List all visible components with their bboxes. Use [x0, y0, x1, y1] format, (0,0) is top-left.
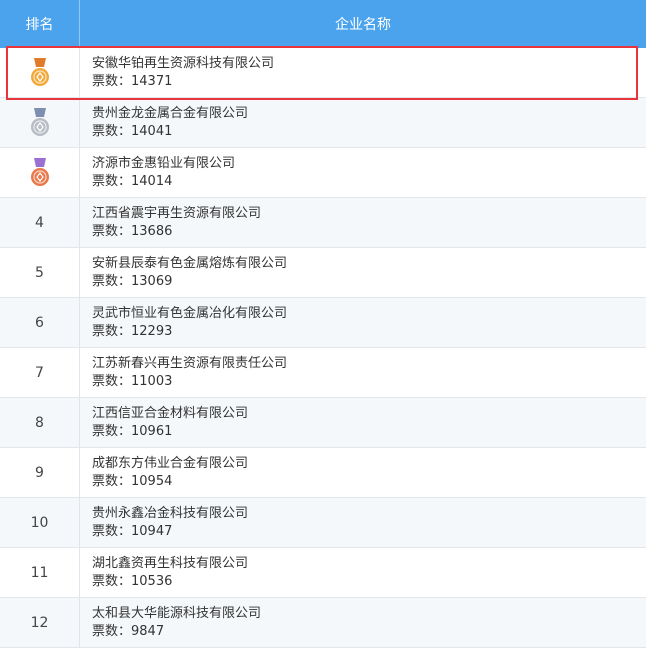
votes-value: 11003 [131, 373, 173, 389]
table-row: 12 太和县大华能源科技有限公司 票数：9847 [0, 598, 646, 648]
rank-number: 10 [0, 498, 80, 547]
vote-count: 票数：14041 [92, 123, 646, 141]
vote-count: 票数：13069 [92, 273, 646, 291]
votes-value: 12293 [131, 323, 173, 339]
vote-count: 票数：13686 [92, 223, 646, 241]
table-row: 11 湖北鑫资再生科技有限公司 票数：10536 [0, 548, 646, 598]
vote-count: 票数：10954 [92, 473, 646, 491]
header-company-name: 企业名称 [335, 17, 391, 33]
votes-prefix: 票数： [92, 73, 132, 89]
rank-number: 9 [0, 448, 80, 497]
company-name: 江苏新春兴再生资源有限责任公司 [92, 355, 288, 371]
company-name: 贵州金龙金属合金有限公司 [92, 105, 249, 121]
table-row: 9 成都东方伟业合金有限公司 票数：10954 [0, 448, 646, 498]
table-row: 4 江西省震宇再生资源有限公司 票数：13686 [0, 198, 646, 248]
rank-medal-cell [0, 48, 80, 97]
company-info: 安新县辰泰有色金属熔炼有限公司 票数：13069 [80, 248, 646, 297]
rank-number: 7 [0, 348, 80, 397]
company-name: 济源市金惠铅业有限公司 [92, 155, 236, 171]
table-row: 7 江苏新春兴再生资源有限责任公司 票数：11003 [0, 348, 646, 398]
rank-number: 4 [0, 198, 80, 247]
votes-value: 10954 [131, 473, 173, 489]
table-row: 济源市金惠铅业有限公司 票数：14014 [0, 148, 646, 198]
company-info: 灵武市恒业有色金属冶化有限公司 票数：12293 [80, 298, 646, 347]
votes-value: 9847 [131, 623, 165, 639]
rank-number: 11 [0, 548, 80, 597]
votes-prefix: 票数： [92, 223, 132, 239]
ranking-table: 排名 企业名称 安徽华铂再生资源科技有限公司 票数：14371 贵州金龙金属合金有限… [0, 0, 646, 651]
votes-prefix: 票数： [92, 173, 132, 189]
table-row: 8 江西信亚合金材料有限公司 票数：10961 [0, 398, 646, 448]
votes-value: 14371 [131, 73, 173, 89]
votes-value: 13686 [131, 223, 173, 239]
rank-number: 12 [0, 598, 80, 647]
rank-number: 8 [0, 398, 80, 447]
votes-prefix: 票数： [92, 573, 132, 589]
vote-count: 票数：10536 [92, 573, 646, 591]
rank-number: 5 [0, 248, 80, 297]
votes-prefix: 票数： [92, 123, 132, 139]
silver-medal-icon [29, 107, 51, 138]
company-name: 湖北鑫资再生科技有限公司 [92, 555, 249, 571]
company-name: 安徽华铂再生资源科技有限公司 [92, 55, 275, 71]
table-header: 排名 企业名称 [0, 0, 646, 48]
company-info: 安徽华铂再生资源科技有限公司 票数：14371 [80, 48, 646, 97]
company-info: 贵州金龙金属合金有限公司 票数：14041 [80, 98, 646, 147]
vote-count: 票数：10947 [92, 523, 646, 541]
vote-count: 票数：14371 [92, 73, 646, 91]
company-info: 江苏新春兴再生资源有限责任公司 票数：11003 [80, 348, 646, 397]
votes-prefix: 票数： [92, 373, 132, 389]
votes-value: 10961 [131, 423, 173, 439]
vote-count: 票数：10961 [92, 423, 646, 441]
votes-prefix: 票数： [92, 423, 132, 439]
table-row: 安徽华铂再生资源科技有限公司 票数：14371 [0, 48, 646, 98]
company-info: 湖北鑫资再生科技有限公司 票数：10536 [80, 548, 646, 597]
table-row: 贵州金龙金属合金有限公司 票数：14041 [0, 98, 646, 148]
company-name: 成都东方伟业合金有限公司 [92, 455, 249, 471]
votes-value: 14041 [131, 123, 173, 139]
company-name: 安新县辰泰有色金属熔炼有限公司 [92, 255, 288, 271]
vote-count: 票数：11003 [92, 373, 646, 391]
company-name: 灵武市恒业有色金属冶化有限公司 [92, 305, 288, 321]
vote-count: 票数：9847 [92, 623, 646, 641]
votes-prefix: 票数： [92, 273, 132, 289]
votes-prefix: 票数： [92, 473, 132, 489]
company-info: 江西省震宇再生资源有限公司 票数：13686 [80, 198, 646, 247]
company-info: 成都东方伟业合金有限公司 票数：10954 [80, 448, 646, 497]
votes-value: 10947 [131, 523, 173, 539]
votes-value: 14014 [131, 173, 173, 189]
company-name: 江西省震宇再生资源有限公司 [92, 205, 262, 221]
company-name: 贵州永鑫冶金科技有限公司 [92, 505, 249, 521]
votes-value: 10536 [131, 573, 173, 589]
votes-prefix: 票数： [92, 623, 132, 639]
votes-value: 13069 [131, 273, 173, 289]
table-row: 6 灵武市恒业有色金属冶化有限公司 票数：12293 [0, 298, 646, 348]
header-rank: 排名 [0, 0, 80, 48]
company-info: 江西信亚合金材料有限公司 票数：10961 [80, 398, 646, 447]
company-info: 贵州永鑫冶金科技有限公司 票数：10947 [80, 498, 646, 547]
company-info: 太和县大华能源科技有限公司 票数：9847 [80, 598, 646, 647]
vote-count: 票数：12293 [92, 323, 646, 341]
rank-medal-cell [0, 148, 80, 197]
ranking-rows: 安徽华铂再生资源科技有限公司 票数：14371 贵州金龙金属合金有限公司 票数：140… [0, 48, 646, 648]
rank-number: 6 [0, 298, 80, 347]
company-name: 太和县大华能源科技有限公司 [92, 605, 262, 621]
votes-prefix: 票数： [92, 523, 132, 539]
vote-count: 票数：14014 [92, 173, 646, 191]
rank-medal-cell [0, 98, 80, 147]
company-name: 江西信亚合金材料有限公司 [92, 405, 249, 421]
gold-medal-icon [29, 57, 51, 88]
table-row: 5 安新县辰泰有色金属熔炼有限公司 票数：13069 [0, 248, 646, 298]
table-row: 10 贵州永鑫冶金科技有限公司 票数：10947 [0, 498, 646, 548]
votes-prefix: 票数： [92, 323, 132, 339]
bronze-medal-icon [29, 157, 51, 188]
company-info: 济源市金惠铅业有限公司 票数：14014 [80, 148, 646, 197]
